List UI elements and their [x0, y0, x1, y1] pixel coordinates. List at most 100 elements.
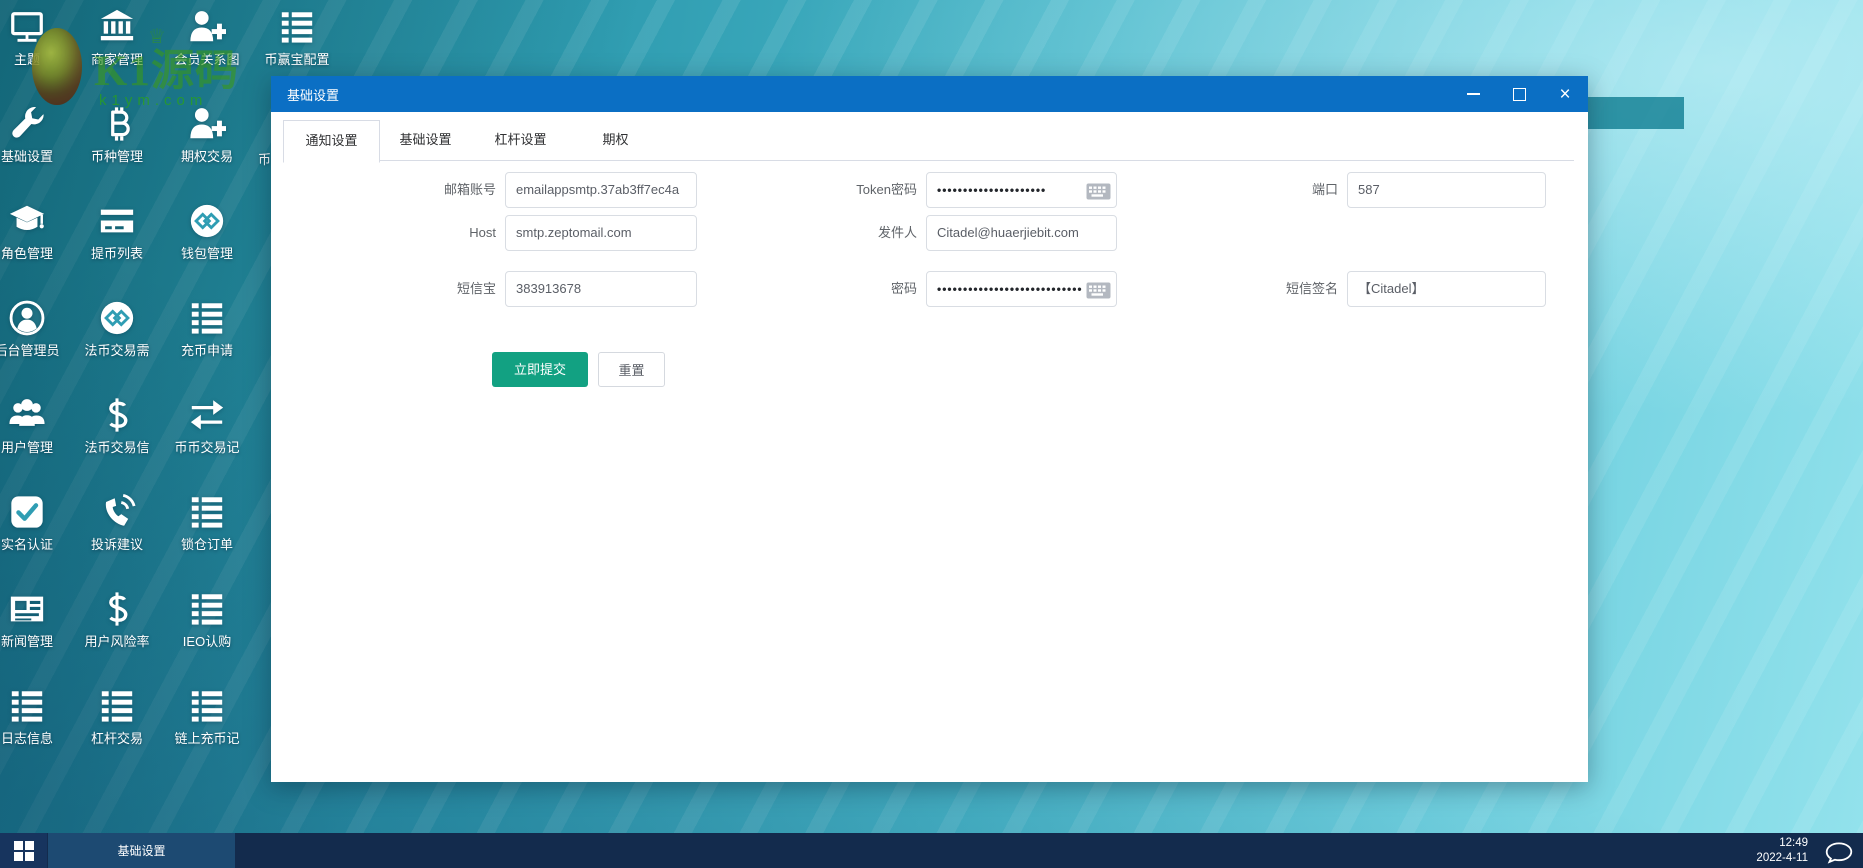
tab-1[interactable]: 通知设置: [283, 120, 380, 163]
desktop-icon[interactable]: 杠杆交易: [72, 687, 162, 746]
desktop-icon[interactable]: 期权交易: [162, 105, 252, 164]
field-input[interactable]: smtp.zeptomail.com: [505, 215, 697, 251]
desktop-icon[interactable]: 会员关系图: [162, 8, 252, 67]
desktop-icon-label: 用户管理: [0, 440, 53, 455]
desktop-icon[interactable]: 币赢宝配置: [252, 8, 342, 67]
close-icon: ×: [1559, 83, 1571, 105]
desktop-icon[interactable]: 提币列表: [72, 202, 162, 261]
users-icon: [0, 396, 72, 436]
taskbar: 基础设置 12:49 2022-4-11: [0, 833, 1863, 868]
keyboard-icon[interactable]: [1086, 181, 1111, 200]
desktop-icon[interactable]: 链上充币记: [162, 687, 252, 746]
desktop-icon-label: 币赢宝配置: [264, 52, 330, 67]
field-value: 【Citadel】: [1358, 281, 1425, 296]
field-input[interactable]: •••••••••••••••••••••: [926, 172, 1117, 208]
field-label: Host: [469, 225, 496, 240]
window-titlebar[interactable]: 基础设置 ×: [271, 76, 1588, 112]
desktop-icon-label: 法币交易信: [84, 440, 150, 455]
field-label: Token密码: [856, 182, 917, 197]
coin-logo-icon: [72, 299, 162, 339]
field-value: 383913678: [516, 281, 582, 296]
desktop-icon[interactable]: 用户风险率: [72, 590, 162, 649]
desktop-icon[interactable]: 实名认证: [0, 493, 72, 552]
desktop-icon-label: 后台管理员: [0, 343, 60, 358]
user-plus-icon: [162, 105, 252, 145]
start-button[interactable]: [0, 833, 47, 868]
field-label: 邮箱账号: [443, 182, 496, 197]
field-input[interactable]: 【Citadel】: [1347, 271, 1546, 307]
partially-covered-desktop-icon-label: 币: [258, 152, 272, 167]
keyboard-icon[interactable]: [1086, 280, 1111, 299]
field-input[interactable]: emailappsmtp.37ab3ff7ec4a: [505, 172, 697, 208]
desktop-icon-label: 角色管理: [0, 246, 53, 261]
tab-4[interactable]: 期权: [568, 120, 663, 160]
desktop-icon-label: 钱包管理: [180, 246, 233, 261]
desktop-icon[interactable]: 基础设置: [0, 105, 72, 164]
desktop-icon[interactable]: 角色管理: [0, 202, 72, 261]
desktop-icon[interactable]: 后台管理员: [0, 299, 72, 358]
taskbar-task-item[interactable]: 基础设置: [48, 833, 235, 868]
submit-button[interactable]: 立即提交: [492, 352, 588, 387]
chat-bubble-icon[interactable]: [1824, 841, 1854, 864]
newspaper-icon: [0, 590, 72, 630]
admin-user-icon: [0, 299, 72, 339]
desktop-icon[interactable]: 新闻管理: [0, 590, 72, 649]
desktop-icon[interactable]: 法币交易需: [72, 299, 162, 358]
field-label: 短信签名: [1285, 281, 1338, 296]
desktop-icon[interactable]: 商家管理: [72, 8, 162, 67]
tab-2[interactable]: 基础设置: [378, 120, 473, 160]
field-input[interactable]: 587: [1347, 172, 1546, 208]
field-value: Citadel@huaerjiebit.com: [937, 225, 1079, 240]
desktop-icon-label: 实名认证: [0, 537, 53, 552]
list-icon: [162, 687, 252, 727]
desktop-selection-highlight: [1588, 97, 1684, 129]
desktop-icon[interactable]: 日志信息: [0, 687, 72, 746]
field-input[interactable]: 383913678: [505, 271, 697, 307]
graduation-cap-icon: [0, 202, 72, 242]
list-icon: [0, 687, 72, 727]
desktop-icon-label: 币种管理: [90, 149, 143, 164]
dollar-icon: [72, 396, 162, 436]
desktop-icon[interactable]: 钱包管理: [162, 202, 252, 261]
desktop: 主题 商家管理 会员关系图 币赢宝配置 基础设置 币种管理 期权交易 角色管理 提币列表 钱包管理…: [0, 0, 1863, 868]
field-input[interactable]: Citadel@huaerjiebit.com: [926, 215, 1117, 251]
desktop-icon[interactable]: 用户管理: [0, 396, 72, 455]
desktop-icon[interactable]: 锁仓订单: [162, 493, 252, 552]
list-icon: [72, 687, 162, 727]
desktop-icon[interactable]: IEO认购: [162, 590, 252, 649]
desktop-icon[interactable]: 币种管理: [72, 105, 162, 164]
bank-icon: [72, 8, 162, 48]
desktop-icon[interactable]: 主题: [0, 8, 72, 67]
list-icon: [162, 590, 252, 630]
dollar-icon: [72, 590, 162, 630]
maximize-button[interactable]: [1496, 76, 1542, 112]
clock-time: 12:49: [1779, 837, 1808, 849]
field-label: 短信宝: [456, 281, 496, 296]
clock-date: 2022-4-11: [1756, 852, 1808, 864]
minimize-button[interactable]: [1450, 76, 1496, 112]
desktop-icon[interactable]: 充币申请: [162, 299, 252, 358]
desktop-icon[interactable]: 投诉建议: [72, 493, 162, 552]
desktop-icon-label: 用户风险率: [84, 634, 150, 649]
list-icon: [162, 299, 252, 339]
close-button[interactable]: ×: [1542, 76, 1588, 112]
taskbar-clock[interactable]: 12:49 2022-4-11: [1756, 836, 1808, 866]
check-square-icon: [0, 493, 72, 533]
maximize-icon: [1512, 87, 1526, 101]
desktop-icon-label: 基础设置: [0, 149, 53, 164]
desktop-icon-label: 期权交易: [180, 149, 233, 164]
desktop-icon[interactable]: 币币交易记: [162, 396, 252, 455]
tab-strip: 通知设置 基础设置 杠杆设置 期权: [271, 120, 1588, 163]
desktop-icon-label: 充币申请: [180, 343, 233, 358]
desktop-icon[interactable]: 法币交易信: [72, 396, 162, 455]
field-value: smtp.zeptomail.com: [516, 225, 632, 240]
desktop-icon-label: 锁仓订单: [180, 537, 233, 552]
card-icon: [72, 202, 162, 242]
desktop-icon-label: 币币交易记: [174, 440, 240, 455]
monitor-icon: [0, 8, 72, 48]
reset-button[interactable]: 重置: [598, 352, 665, 387]
tab-3[interactable]: 杠杆设置: [473, 120, 568, 160]
desktop-icon-label: IEO认购: [182, 634, 232, 649]
field-input[interactable]: ••••••••••••••••••••••••••••: [926, 271, 1117, 307]
tab-divider: [283, 160, 1574, 161]
